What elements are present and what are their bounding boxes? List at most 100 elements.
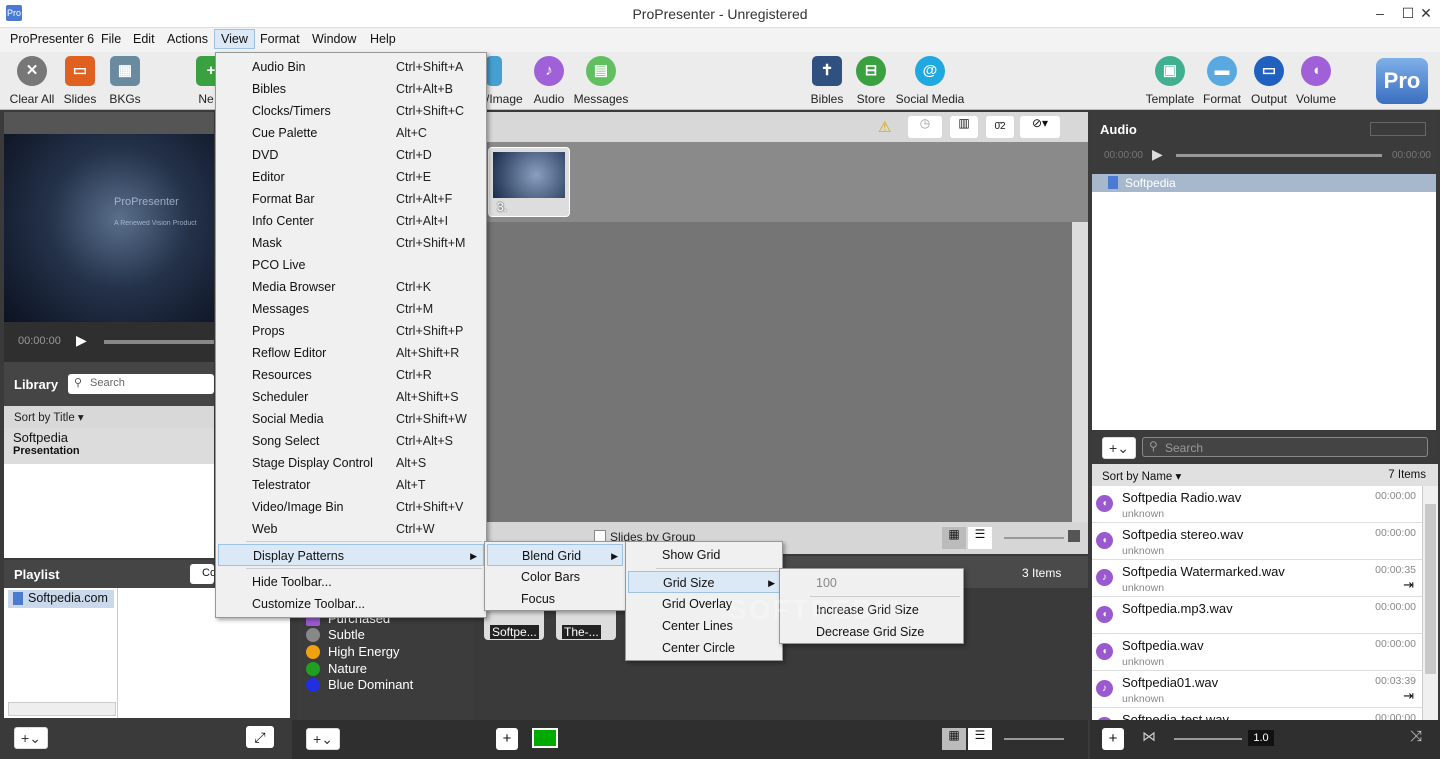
menu-window[interactable]: Window bbox=[312, 32, 356, 46]
menu-actions[interactable]: Actions bbox=[167, 32, 208, 46]
menu-item-reflow-editor[interactable]: Reflow Editor Alt+Shift+R bbox=[218, 342, 484, 364]
no-entry-icon[interactable]: ⊘▾ bbox=[1020, 116, 1060, 138]
zoom-slider[interactable] bbox=[1004, 537, 1064, 539]
template-button[interactable]: ▣ Template bbox=[1144, 56, 1196, 106]
menu-item-hide-toolbar[interactable]: Hide Toolbar... bbox=[218, 571, 484, 593]
menu-item-customize-toolbar[interactable]: Customize Toolbar... bbox=[218, 593, 484, 615]
menu-item-pco-live[interactable]: PCO Live bbox=[218, 254, 484, 276]
menu-item-audio-bin[interactable]: Audio Bin Ctrl+Shift+A bbox=[218, 56, 484, 78]
store-button[interactable]: ⊟ Store bbox=[852, 56, 890, 106]
menu-item-blend-grid[interactable]: Blend Grid ▶ bbox=[487, 544, 623, 566]
add-icon[interactable]: + bbox=[496, 728, 518, 750]
minimize-button[interactable]: – bbox=[1366, 0, 1394, 28]
menu-item-video-image-bin[interactable]: Video/Image Bin Ctrl+Shift+V bbox=[218, 496, 484, 518]
menu-file[interactable]: File bbox=[101, 32, 121, 46]
audio-track[interactable]: ◖Softpedia-test.wav00:00:00 bbox=[1092, 708, 1422, 720]
audio-search-input[interactable]: ⚲ Search bbox=[1142, 437, 1428, 457]
layout-icon[interactable]: ▥ bbox=[950, 116, 978, 138]
warning-icon[interactable]: ⚠ bbox=[878, 118, 891, 136]
playlist-collapse-button[interactable]: Co bbox=[190, 564, 214, 584]
preview-scrubber[interactable] bbox=[104, 340, 214, 344]
output-button[interactable]: ▭ Output bbox=[1248, 56, 1290, 106]
list-view-icon[interactable]: ☰ bbox=[968, 728, 992, 750]
playlist-item[interactable]: Softpedia.com bbox=[8, 590, 114, 608]
menu-item-center-circle[interactable]: Center Circle bbox=[628, 637, 780, 659]
add-audio-button[interactable]: +⌄ bbox=[1102, 437, 1136, 459]
shuffle-icon[interactable]: ⤨ bbox=[1410, 728, 1422, 745]
transition-icon[interactable]: ⋈ bbox=[1142, 728, 1156, 745]
menu-propresenter[interactable]: ProPresenter 6 bbox=[10, 32, 94, 46]
menu-item-grid-size[interactable]: Grid Size ▶ bbox=[628, 571, 780, 593]
slides-button[interactable]: ▭ Slides bbox=[62, 56, 98, 106]
volume-button[interactable]: ◖ Volume bbox=[1294, 56, 1338, 106]
menu-item-resources[interactable]: Resources Ctrl+R bbox=[218, 364, 484, 386]
zoom-slider[interactable] bbox=[1004, 738, 1064, 740]
clear-all-button[interactable]: ✕ Clear All bbox=[8, 56, 56, 106]
new-button[interactable]: + Ne bbox=[196, 56, 216, 106]
menu-item-telestrator[interactable]: Telestrator Alt+T bbox=[218, 474, 484, 496]
audio-play-icon[interactable]: ▶ bbox=[1152, 146, 1163, 163]
audio-sort[interactable]: Sort by Name ▾ bbox=[1102, 469, 1181, 483]
menu-view[interactable]: View bbox=[214, 29, 255, 49]
menu-item-props[interactable]: Props Ctrl+Shift+P bbox=[218, 320, 484, 342]
menu-item-bibles[interactable]: Bibles Ctrl+Alt+B bbox=[218, 78, 484, 100]
grid-view-icon[interactable]: ▦ bbox=[942, 728, 966, 750]
audio-speed-slider[interactable] bbox=[1174, 738, 1242, 740]
audio-button[interactable]: ♪ Audio bbox=[530, 56, 568, 106]
audio-track[interactable]: ◖ Softpedia stereo.wav unknown 00:00:00 bbox=[1092, 523, 1422, 560]
library-search-input[interactable]: ⚲ Search bbox=[68, 374, 214, 394]
menu-item-focus[interactable]: Focus bbox=[487, 588, 623, 610]
bkgs-button[interactable]: ▦ BKGs bbox=[106, 56, 144, 106]
menu-item-cue-palette[interactable]: Cue Palette Alt+C bbox=[218, 122, 484, 144]
audio-track[interactable]: ◖ Softpedia.mp3.wav 00:00:00 bbox=[1092, 597, 1422, 634]
audio-track[interactable]: ◖ Softpedia.wav unknown 00:00:00 bbox=[1092, 634, 1422, 671]
menu-item-messages[interactable]: Messages Ctrl+M bbox=[218, 298, 484, 320]
expand-icon[interactable]: ⤢ bbox=[246, 726, 274, 748]
messages-button[interactable]: ▤ Messages bbox=[572, 56, 630, 106]
audio-track[interactable]: ◖ Softpedia Radio.wav unknown 00:00:00 bbox=[1092, 486, 1422, 523]
menu-item-song-select[interactable]: Song Select Ctrl+Alt+S bbox=[218, 430, 484, 452]
audio-track[interactable]: ♪ Softpedia01.wav unknown 00:03:39 ⇥ bbox=[1092, 671, 1422, 708]
audio-track[interactable]: ♪ Softpedia Watermarked.wav unknown 00:00:3… bbox=[1092, 560, 1422, 597]
add-media-button[interactable]: +⌄ bbox=[306, 728, 340, 750]
menu-item-format-bar[interactable]: Format Bar Ctrl+Alt+F bbox=[218, 188, 484, 210]
slide-scrollbar[interactable] bbox=[1072, 222, 1088, 522]
menu-item-display-patterns[interactable]: Display Patterns ▶ bbox=[218, 544, 484, 566]
label-item[interactable]: Subtle bbox=[306, 626, 466, 644]
audio-scrollbar[interactable] bbox=[1422, 486, 1438, 720]
audio-scrubber[interactable] bbox=[1176, 154, 1382, 157]
label-item[interactable]: Blue Dominant bbox=[306, 676, 466, 694]
menu-edit[interactable]: Edit bbox=[133, 32, 155, 46]
menu-item-color-bars[interactable]: Color Bars bbox=[487, 566, 623, 588]
play-icon[interactable]: ▶ bbox=[76, 332, 87, 349]
menu-item-clocks-timers[interactable]: Clocks/Timers Ctrl+Shift+C bbox=[218, 100, 484, 122]
menu-help[interactable]: Help bbox=[370, 32, 396, 46]
color-swatch[interactable] bbox=[532, 728, 558, 748]
menu-item-social-media[interactable]: Social Media Ctrl+Shift+W bbox=[218, 408, 484, 430]
library-item[interactable]: Softpedia Presentation bbox=[4, 428, 214, 464]
label-item[interactable]: High Energy bbox=[306, 643, 466, 661]
bibles-button[interactable]: ✝ Bibles bbox=[808, 56, 846, 106]
social-media-button[interactable]: @ Social Media bbox=[894, 56, 966, 106]
add-icon[interactable]: + bbox=[1102, 728, 1124, 750]
menu-item-editor[interactable]: Editor Ctrl+E bbox=[218, 166, 484, 188]
menu-item-dvd[interactable]: DVD Ctrl+D bbox=[218, 144, 484, 166]
number-icon[interactable]: 0̄2 bbox=[986, 116, 1014, 138]
clock-icon[interactable]: ◷ bbox=[908, 116, 942, 138]
menu-item-show-grid[interactable]: Show Grid bbox=[628, 544, 780, 566]
format-button[interactable]: ▬ Format bbox=[1200, 56, 1244, 106]
menu-item-media-browser[interactable]: Media Browser Ctrl+K bbox=[218, 276, 484, 298]
menu-item-stage-display-control[interactable]: Stage Display Control Alt+S bbox=[218, 452, 484, 474]
audio-playlist-selected[interactable]: Softpedia bbox=[1092, 174, 1436, 192]
resize-icon[interactable] bbox=[1068, 530, 1080, 542]
add-playlist-button[interactable]: +⌄ bbox=[14, 727, 48, 749]
menu-format[interactable]: Format bbox=[260, 32, 300, 46]
list-view-icon[interactable]: ☰ bbox=[968, 527, 992, 549]
close-button[interactable]: ✕ bbox=[1412, 0, 1440, 28]
menu-item-scheduler[interactable]: Scheduler Alt+Shift+S bbox=[218, 386, 484, 408]
menu-item-web[interactable]: Web Ctrl+W bbox=[218, 518, 484, 540]
menu-item-info-center[interactable]: Info Center Ctrl+Alt+I bbox=[218, 210, 484, 232]
playlist-scrollbar[interactable] bbox=[8, 702, 116, 716]
library-sort[interactable]: Sort by Title ▾ bbox=[4, 406, 214, 428]
video-image-button[interactable]: /Image bbox=[486, 56, 526, 106]
